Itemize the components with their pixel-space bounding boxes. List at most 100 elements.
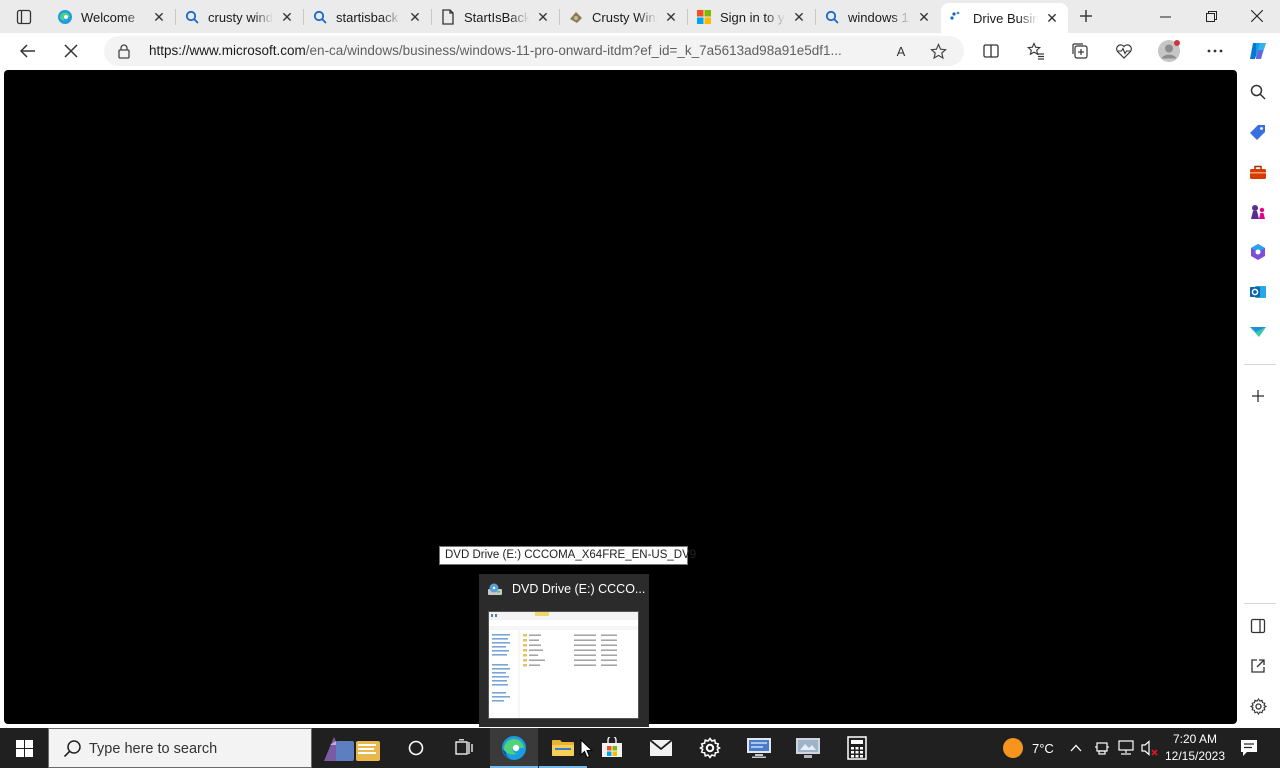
sidebar-games-button[interactable] [1248, 202, 1268, 222]
start-button[interactable] [0, 728, 48, 768]
search-icon [824, 9, 840, 25]
split-screen-button[interactable] [975, 35, 1007, 67]
search-icon [1250, 84, 1266, 100]
volume-button[interactable] [1141, 728, 1161, 768]
taskbar-system-tool-button[interactable] [784, 728, 832, 768]
sidebar-microsoft365-button[interactable] [1248, 242, 1268, 262]
tray-device-icon-button[interactable] [1094, 728, 1112, 768]
taskbar-store-button[interactable] [588, 728, 636, 768]
tab-close-button[interactable]: ✕ [535, 9, 551, 25]
tab-startisback[interactable]: startisback ✕ [304, 3, 432, 31]
stop-loading-button[interactable] [55, 35, 87, 67]
tab-title: Crusty Windows [592, 9, 657, 25]
tab-title: Drive Business [973, 10, 1038, 26]
cortana-button[interactable] [392, 728, 440, 768]
weather-widget[interactable]: 7°C [1002, 728, 1058, 768]
screen: Welcome ✕ crusty windows ✕ startisback ✕… [0, 0, 1280, 768]
tab-welcome[interactable]: Welcome ✕ [49, 3, 176, 31]
taskbar-calculator-button[interactable] [833, 728, 881, 768]
search-highlight-button[interactable] [316, 728, 388, 768]
network-button[interactable] [1117, 728, 1137, 768]
taskbar-remote-desktop-button[interactable] [735, 728, 783, 768]
task-view-button[interactable] [440, 728, 488, 768]
lock-icon[interactable] [116, 43, 132, 59]
sidebar-hide-button[interactable] [1248, 616, 1268, 636]
action-center-button[interactable] [1234, 728, 1264, 768]
restore-button[interactable] [1188, 0, 1234, 32]
sidebar-add-button[interactable] [1248, 386, 1268, 406]
tab-close-button[interactable]: ✕ [279, 9, 295, 25]
address-bar[interactable]: https://www.microsoft.com/en-ca/windows/… [104, 36, 964, 66]
calculator-icon [847, 736, 867, 760]
tab-windows-11[interactable]: windows 11 ✕ [816, 3, 940, 31]
url-host: https://www.microsoft.com [149, 43, 306, 58]
url-text[interactable]: https://www.microsoft.com/en-ca/windows/… [149, 43, 889, 58]
taskbar-search-box[interactable]: Type here to search [48, 728, 312, 768]
restore-icon [1205, 10, 1217, 22]
taskbar-edge-button[interactable] [490, 728, 538, 768]
collections-button[interactable] [1064, 35, 1096, 67]
network-icon [1118, 740, 1134, 755]
profile-button[interactable] [1153, 35, 1185, 67]
read-aloud-button[interactable]: A [891, 41, 911, 61]
dvd-drive-icon [488, 583, 502, 596]
taskbar-settings-button[interactable] [686, 728, 734, 768]
tab-drive-business[interactable]: Drive Business ✕ [941, 3, 1068, 33]
show-hidden-icons-button[interactable] [1070, 728, 1088, 768]
search-placeholder: Type here to search [89, 741, 218, 757]
microsoft365-icon [1251, 244, 1265, 260]
tab-title: Sign in to your [720, 9, 785, 25]
search-icon [312, 9, 328, 25]
sidebar-settings-button[interactable] [1248, 696, 1268, 716]
favorites-button[interactable] [1020, 35, 1052, 67]
favorites-icon [1027, 42, 1044, 60]
explorer-preview-image [489, 612, 638, 718]
sidebar-drop-button[interactable] [1248, 322, 1268, 342]
loading-icon [949, 10, 965, 26]
url-path: /en-ca/windows/business/windows-11-pro-o… [305, 43, 842, 58]
back-button[interactable] [12, 35, 44, 67]
close-window-button[interactable] [1234, 0, 1280, 32]
favorite-button[interactable] [928, 41, 948, 61]
send-icon [1250, 327, 1266, 337]
tab-crusty-windows-site[interactable]: Crusty Windows ✕ [560, 3, 688, 31]
folder-icon [552, 740, 574, 756]
tab-sign-in[interactable]: Sign in to your ✕ [688, 3, 816, 31]
tab-close-button[interactable]: ✕ [407, 9, 423, 25]
edge-icon [502, 736, 526, 760]
tab-close-button[interactable]: ✕ [791, 9, 807, 25]
new-tab-button[interactable] [1074, 4, 1098, 28]
tab-actions-icon [16, 9, 32, 25]
settings-and-more-button[interactable] [1199, 35, 1231, 67]
sidebar-outlook-button[interactable] [1248, 282, 1268, 302]
tab-startisback-site[interactable]: StartIsBack ✕ [432, 3, 560, 31]
tab-close-button[interactable]: ✕ [151, 9, 167, 25]
clock-time: 7:20 AM [1172, 732, 1218, 746]
tab-title: startisback [336, 9, 399, 25]
copilot-icon [1250, 43, 1266, 59]
tab-close-button[interactable]: ✕ [1044, 10, 1060, 26]
tab-close-button[interactable]: ✕ [916, 9, 932, 25]
minimize-button[interactable] [1142, 0, 1188, 32]
tab-title: crusty windows [208, 9, 273, 25]
browser-essentials-button[interactable] [1108, 35, 1140, 67]
tab-title: Welcome [81, 9, 135, 25]
sidebar-search-button[interactable] [1248, 82, 1268, 102]
sidebar-shopping-button[interactable] [1248, 122, 1268, 142]
taskbar-thumbnail[interactable]: DVD Drive (E:) CCCO... [479, 574, 649, 727]
tab-crusty-windows[interactable]: crusty windows ✕ [176, 3, 304, 31]
document-icon [440, 9, 456, 25]
tab-actions-button[interactable] [8, 4, 40, 30]
sidebar-open-external-button[interactable] [1248, 656, 1268, 676]
copilot-button[interactable] [1242, 35, 1274, 67]
star-icon [929, 42, 947, 59]
arrow-left-icon [20, 44, 35, 58]
taskbar-mail-button[interactable] [637, 728, 685, 768]
search-icon [63, 739, 83, 759]
sidebar-tools-button[interactable] [1248, 162, 1268, 182]
taskbar-clock[interactable]: 7:20 AM 12/15/2023 [1163, 731, 1227, 765]
toolbox-icon [1250, 165, 1266, 179]
window-preview[interactable] [488, 611, 639, 719]
store-icon [602, 737, 622, 757]
tab-close-button[interactable]: ✕ [663, 9, 679, 25]
